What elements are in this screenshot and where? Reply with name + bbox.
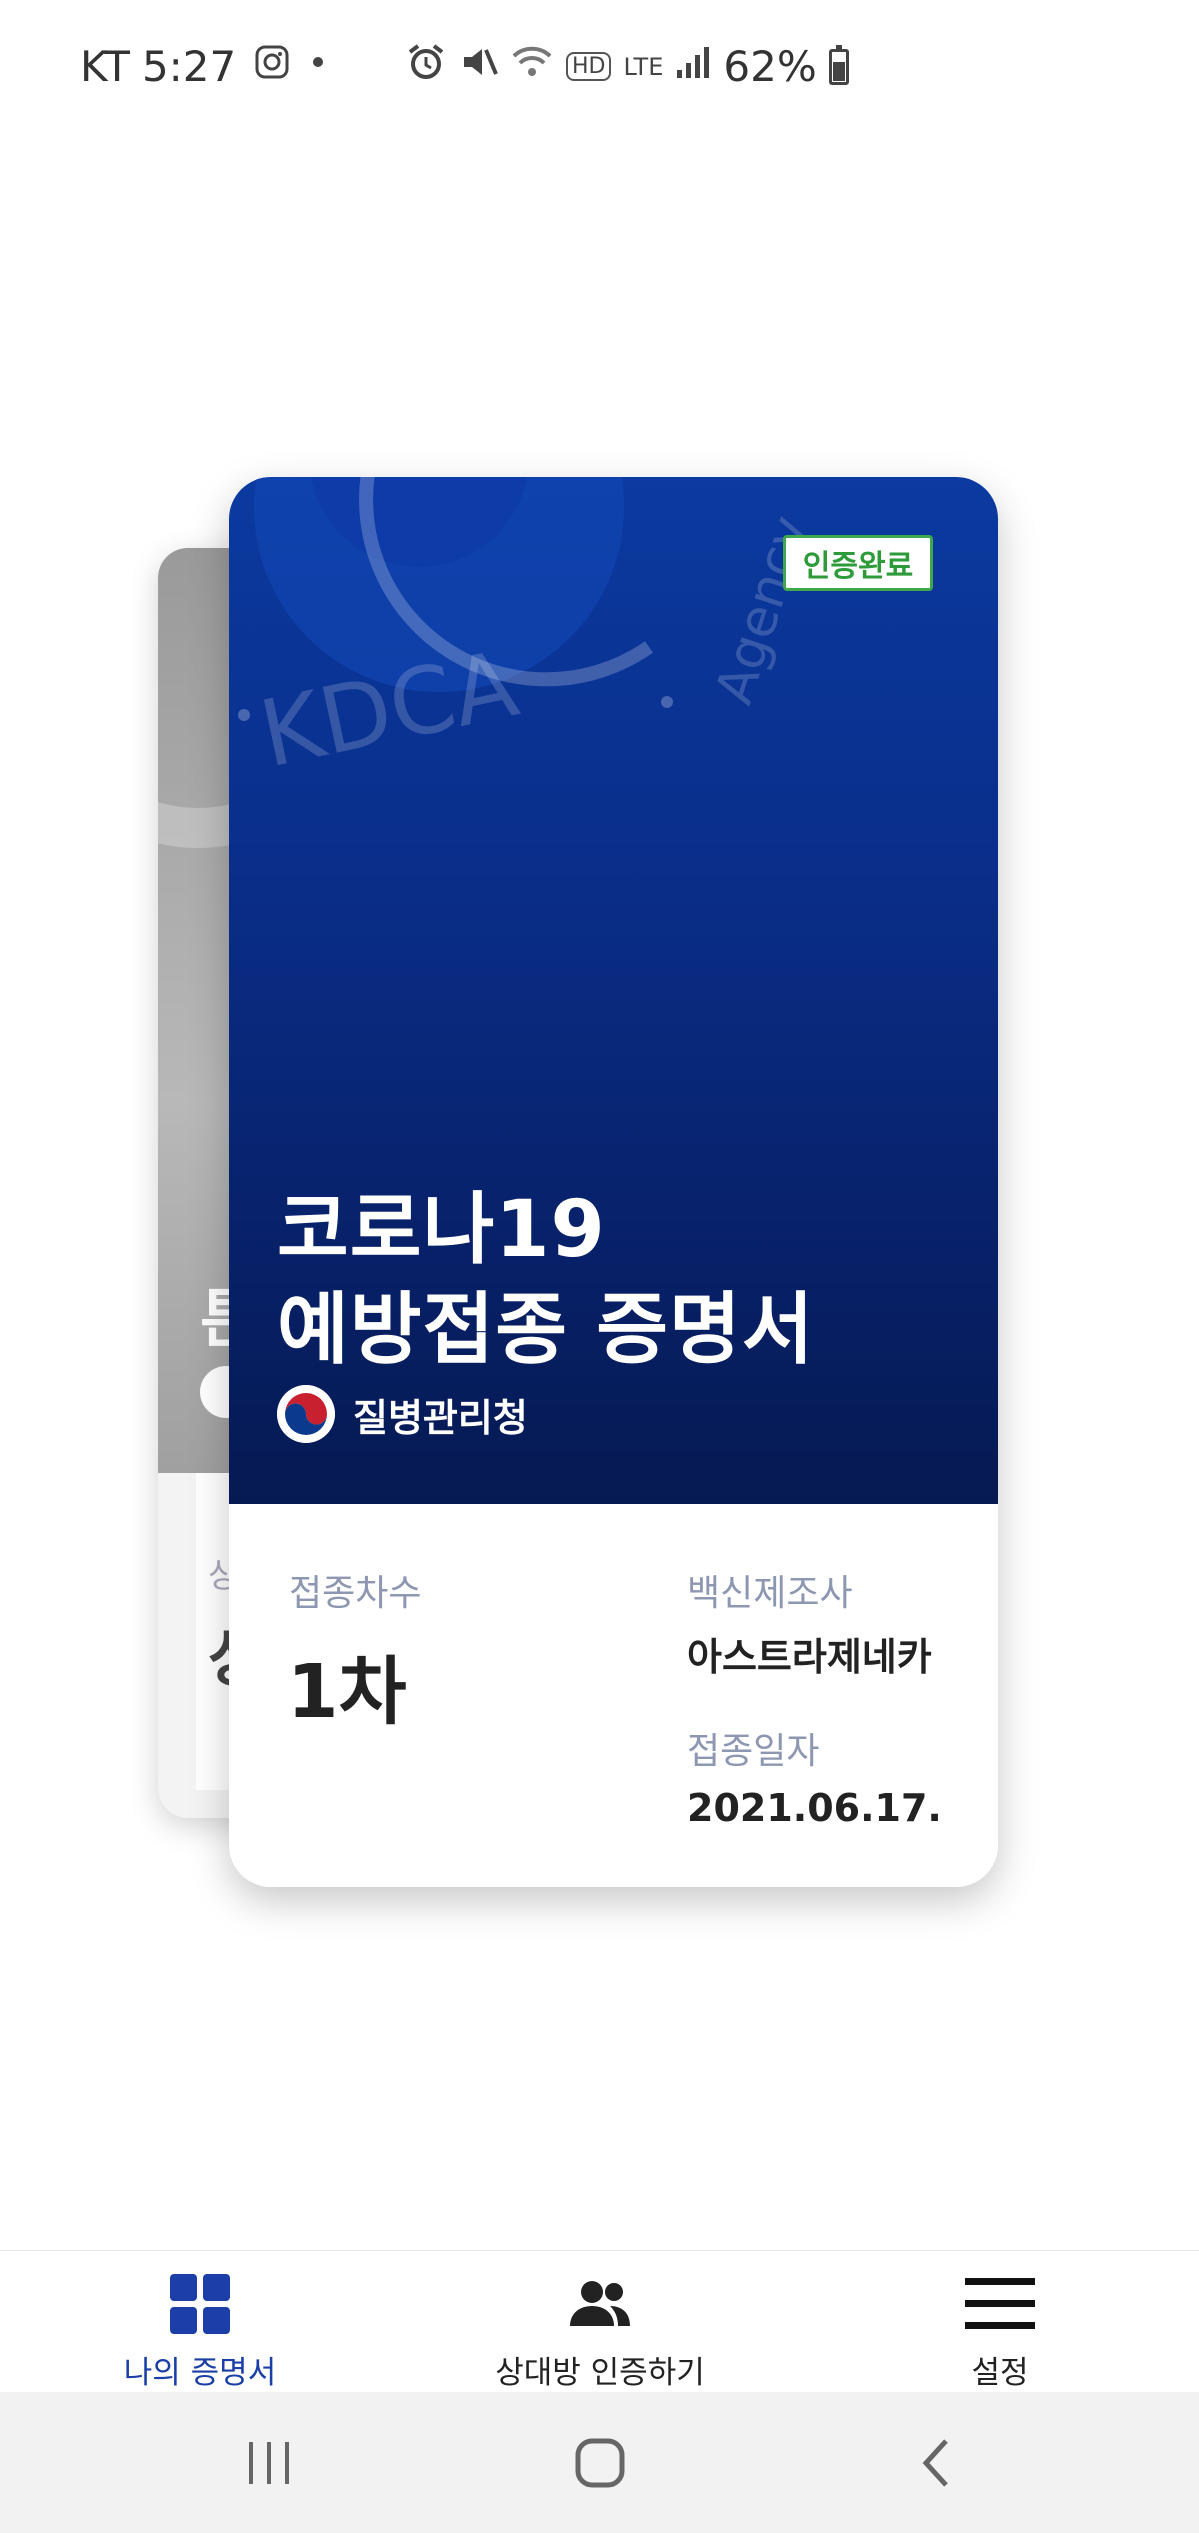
vaccination-date-value: 2021.06.17.: [687, 1786, 942, 1830]
card-header: KDCA Agency 인증완료 코로나19 예방접종 증명서 질병관리청: [229, 477, 998, 1504]
clock: 5:27: [141, 42, 237, 91]
battery-percent: 62%: [723, 42, 817, 91]
nav-verify-other-label: 상대방 인증하기: [495, 2355, 705, 2391]
watermark-kdca-text: KDCA: [251, 630, 526, 788]
vaccine-maker-value: 아스트라제네카: [687, 1635, 932, 1679]
carrier: KT: [80, 42, 130, 91]
people-icon: [566, 2269, 634, 2339]
grid-icon: [168, 2269, 232, 2339]
menu-icon: [965, 2269, 1035, 2339]
certificate-title-line1: 코로나19: [277, 1185, 606, 1275]
taegeuk-emblem-icon: [277, 1385, 335, 1443]
dose-number-label: 접종차수: [289, 1573, 422, 1614]
battery-icon: [828, 44, 849, 85]
home-icon: [575, 2438, 625, 2487]
nav-settings[interactable]: 설정: [900, 2251, 1100, 2393]
card-details: 접종차수 1차 백신제조사 아스트라제네카 접종일자 2021.06.17.: [229, 1504, 998, 1887]
nav-settings-label: 설정: [971, 2355, 1029, 2391]
recent-apps-button[interactable]: [220, 2392, 320, 2533]
status-right: HD LTE 62%: [406, 42, 849, 91]
system-navigation-bar: [0, 2392, 1199, 2533]
notification-dot-icon: [308, 44, 328, 89]
nav-my-certificate-label: 나의 증명서: [123, 2355, 277, 2391]
status-bar: KT 5:27 HD LTE 62%: [0, 0, 1199, 140]
dose-number-value: 1차: [287, 1649, 407, 1735]
back-icon: [922, 2438, 948, 2487]
vaccine-maker-label: 백신제조사: [687, 1573, 853, 1614]
instagram-icon: [254, 44, 290, 89]
back-button[interactable]: [886, 2392, 986, 2533]
agency-name: 질병관리청: [353, 1395, 528, 1440]
certificate-title-line2: 예방접종 증명서: [277, 1285, 815, 1375]
vaccination-certificate-card[interactable]: KDCA Agency 인증완료 코로나19 예방접종 증명서 질병관리청 접종…: [229, 477, 998, 1887]
status-left: KT 5:27: [80, 42, 328, 91]
mute-icon: [458, 42, 498, 91]
issuing-agency: 질병관리청: [277, 1385, 528, 1443]
recent-apps-icon: [249, 2441, 289, 2484]
vaccination-date-label: 접종일자: [687, 1731, 820, 1772]
hd-indicator: HD: [566, 52, 612, 81]
signal-icon: [675, 44, 711, 89]
lte-indicator: LTE: [623, 52, 664, 81]
verified-badge: 인증완료: [783, 535, 933, 591]
nav-my-certificate[interactable]: 나의 증명서: [100, 2251, 300, 2393]
alarm-icon: [406, 42, 446, 91]
bottom-navigation: 나의 증명서 상대방 인증하기 설정: [0, 2250, 1199, 2393]
home-button[interactable]: [550, 2392, 650, 2533]
wifi-icon: [510, 42, 554, 91]
nav-verify-other[interactable]: 상대방 인증하기: [470, 2251, 730, 2393]
